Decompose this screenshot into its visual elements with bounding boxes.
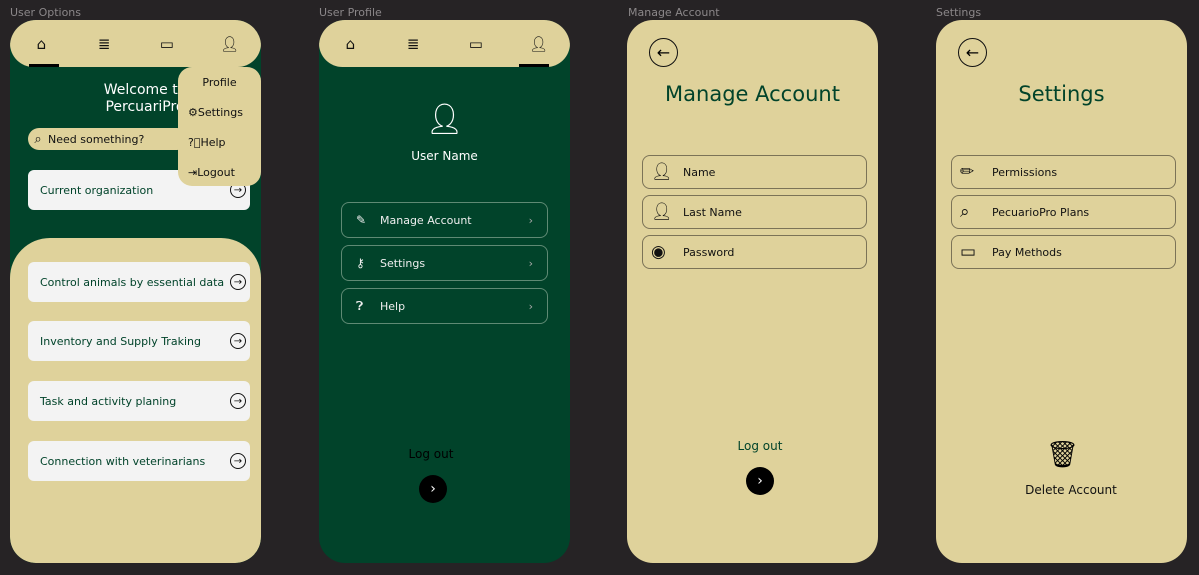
last-name-field[interactable]: 👤︎ Last Name: [642, 195, 867, 229]
name-field[interactable]: 👤︎ Name: [642, 155, 867, 189]
card-label: Task and activity planing: [40, 394, 177, 408]
chart-search-icon: ⌕: [960, 202, 970, 222]
menu-item-help[interactable]: ?⃝ Help: [178, 127, 261, 157]
user-icon[interactable]: 👤︎: [210, 35, 250, 53]
logout-icon: ⇥: [188, 165, 198, 179]
settings-button[interactable]: ⚷ Settings ›: [341, 245, 548, 281]
user-icon[interactable]: 👤︎: [519, 35, 559, 53]
page-title: Manage Account: [665, 82, 840, 106]
active-tab-indicator: [29, 64, 59, 67]
frame-label: Manage Account: [628, 6, 720, 19]
person-icon: 👤︎: [651, 162, 673, 182]
list-icon[interactable]: ≣: [393, 35, 433, 53]
frame-label: User Profile: [319, 6, 382, 19]
trash-icon[interactable]: 🗑︎: [1046, 440, 1079, 470]
user-options-screen: ⌂ ≣ ▭ 👤︎ Welcome to PercuariPro ⌕ Need somet…: [10, 20, 261, 563]
user-avatar-icon: 👤︎: [425, 102, 464, 137]
settings-screen: ← Settings ✏︎ Permissions ⌕ PecuarioPro Pl…: [936, 20, 1187, 563]
menu-item-profile[interactable]: Profile: [178, 67, 261, 97]
back-arrow-icon[interactable]: ←: [958, 38, 987, 67]
chevron-right-icon: ›: [528, 256, 533, 270]
arrow-right-icon: →: [230, 393, 246, 409]
delete-account-button[interactable]: Delete Account: [996, 483, 1146, 497]
chevron-right-icon: ›: [528, 213, 533, 227]
chevron-right-icon: ›: [528, 299, 533, 313]
eye-icon: ◉: [651, 242, 666, 262]
search-input[interactable]: ⌕ Need something?: [28, 128, 188, 150]
user-name: User Name: [411, 149, 478, 163]
feature-card[interactable]: Inventory and Supply Traking →: [28, 321, 250, 361]
pencil-icon: ✏︎: [960, 162, 975, 182]
pay-methods-button[interactable]: ▭ Pay Methods: [951, 235, 1176, 269]
list-icon[interactable]: ≣: [84, 35, 124, 53]
page-title: Settings: [1018, 82, 1105, 106]
help-icon: ❓︎: [356, 298, 364, 313]
user-dropdown-menu: Profile ⚙ Settings ?⃝ Help ⇥ Logout: [178, 67, 261, 186]
feature-card[interactable]: Task and activity planing →: [28, 381, 250, 421]
menu-item-logout[interactable]: ⇥ Logout: [178, 157, 261, 187]
feature-card[interactable]: Connection with veterinarians →: [28, 441, 250, 481]
gear-icon: ⚙: [188, 105, 198, 119]
arrow-right-icon: →: [230, 333, 246, 349]
logout-button[interactable]: ›: [419, 475, 447, 503]
frame-label: User Options: [10, 6, 82, 19]
manage-account-button[interactable]: ✎ Manage Account ›: [341, 202, 548, 238]
plans-button[interactable]: ⌕ PecuarioPro Plans: [951, 195, 1176, 229]
archive-icon[interactable]: ▭: [147, 35, 187, 53]
feature-card[interactable]: Control animals by essential data →: [28, 262, 250, 302]
home-icon[interactable]: ⌂: [21, 35, 61, 53]
arrow-right-icon: →: [230, 453, 246, 469]
home-icon[interactable]: ⌂: [330, 35, 370, 53]
frame-label: Settings: [936, 6, 982, 19]
search-icon: ⌕: [34, 131, 42, 147]
top-nav: ⌂ ≣ ▭ 👤︎: [10, 20, 261, 67]
permissions-button[interactable]: ✏︎ Permissions: [951, 155, 1176, 189]
person-icon: 👤︎: [651, 202, 673, 222]
help-button[interactable]: ❓︎ Help ›: [341, 288, 548, 324]
credit-card-icon: ▭: [960, 242, 977, 262]
top-nav: ⌂ ≣ ▭ 👤︎: [319, 20, 570, 67]
card-label: Control animals by essential data: [40, 275, 225, 289]
logout-label[interactable]: Log out: [720, 439, 800, 453]
arrow-right-icon: →: [230, 274, 246, 290]
manage-account-screen: ← Manage Account 👤︎ Name 👤︎ Last Name ◉ Pas…: [627, 20, 878, 563]
card-label: Current organization: [40, 183, 154, 197]
card-label: Inventory and Supply Traking: [40, 334, 201, 348]
user-profile-screen: ⌂ ≣ ▭ 👤︎ 👤︎ User Name ✎ Manage Account › ⚷ Set…: [319, 20, 570, 563]
archive-icon[interactable]: ▭: [456, 35, 496, 53]
help-icon: ?⃝: [188, 135, 201, 149]
key-icon: ⚷: [356, 256, 365, 270]
pen-icon: ✎: [356, 213, 367, 227]
active-tab-indicator: [519, 64, 549, 67]
logout-label[interactable]: Log out: [391, 447, 471, 461]
card-label: Connection with veterinarians: [40, 454, 206, 468]
logout-button[interactable]: ›: [746, 467, 774, 495]
menu-item-settings[interactable]: ⚙ Settings: [178, 97, 261, 127]
back-arrow-icon[interactable]: ←: [649, 38, 678, 67]
password-field[interactable]: ◉ Password: [642, 235, 867, 269]
search-placeholder: Need something?: [48, 132, 145, 146]
